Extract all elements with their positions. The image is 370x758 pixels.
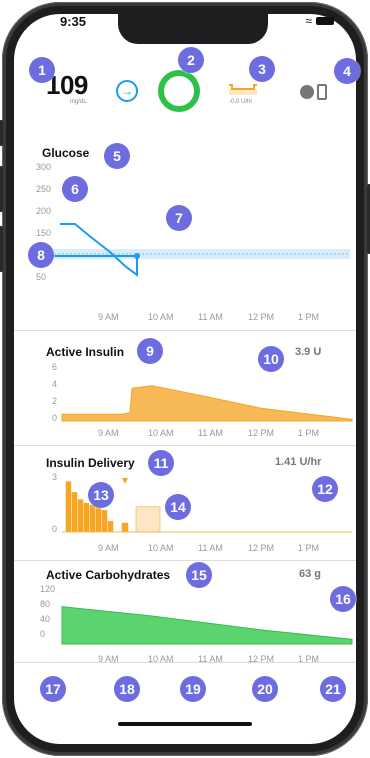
battery-icon xyxy=(316,17,334,25)
status-time: 9:35 xyxy=(60,14,87,29)
callout-badge: 3 xyxy=(249,56,275,82)
divider xyxy=(14,330,356,331)
y-tick-label: 200 xyxy=(36,206,52,216)
active-insulin-value[interactable]: 3.9 U xyxy=(295,346,321,358)
y-tick-label: 120 xyxy=(40,584,56,594)
glucose-unit: mg/dL xyxy=(70,99,87,105)
callout-badge: 19 xyxy=(180,676,206,702)
callout-badge: 12 xyxy=(312,476,338,502)
callout-badge: 10 xyxy=(258,346,284,372)
x-axis-label: 1 PM xyxy=(298,312,320,322)
callout-badge: 15 xyxy=(186,562,212,588)
callout-badge: 1 xyxy=(29,57,55,83)
pump-rate-text: -0.0 U/hr xyxy=(229,99,253,105)
x-axis-label: 12 PM xyxy=(248,428,275,438)
x-axis-label: 1 PM xyxy=(298,428,320,438)
volume-up-button xyxy=(0,166,3,212)
y-tick-label: 300 xyxy=(36,162,52,172)
callout-badge: 9 xyxy=(137,338,163,364)
y-tick-label: 150 xyxy=(36,228,52,238)
delivery-bar xyxy=(101,510,108,533)
divider xyxy=(14,560,356,561)
delivery-bar xyxy=(95,506,102,533)
active-insulin-chart[interactable] xyxy=(61,365,353,422)
y-tick-label: 250 xyxy=(36,184,52,194)
x-axis-label: 10 AM xyxy=(148,543,174,553)
loop-status-icon[interactable] xyxy=(158,70,200,112)
y-tick-label: 50 xyxy=(36,272,47,282)
mute-switch xyxy=(0,120,3,146)
callout-badge: 16 xyxy=(330,586,356,612)
x-axis-label: 10 AM xyxy=(148,428,174,438)
delivery-bar xyxy=(107,520,114,533)
cgm-icon xyxy=(300,85,314,99)
delivery-bar xyxy=(121,522,129,533)
insulin-delivery-value[interactable]: 1.41 U/hr xyxy=(275,456,321,468)
callout-badge: 7 xyxy=(166,205,192,231)
callout-badge: 6 xyxy=(62,176,88,202)
active-carbs-title: Active Carbohydrates xyxy=(46,568,171,582)
current-glucose-point xyxy=(134,253,140,259)
delivery-bar xyxy=(77,499,84,533)
status-icons: ≈ xyxy=(305,14,334,28)
delivery-bar xyxy=(65,481,72,533)
active-carbs-area xyxy=(61,606,353,645)
bolus-marker-icon xyxy=(122,478,128,484)
callout-badge: 8 xyxy=(28,242,54,268)
active-carbs-value[interactable]: 63 g xyxy=(299,568,321,580)
notch xyxy=(118,14,268,44)
y-tick-label: 0 xyxy=(40,629,46,639)
y-tick-label: 2 xyxy=(52,396,58,406)
delivery-bar xyxy=(89,504,96,533)
delivery-bar xyxy=(135,506,161,533)
x-axis-label: 11 AM xyxy=(198,428,223,438)
y-tick-label: 0 xyxy=(52,413,58,423)
x-axis-label: 11 AM xyxy=(198,312,223,322)
x-axis-label: 9 AM xyxy=(98,428,119,438)
wifi-icon: ≈ xyxy=(305,14,312,28)
x-axis-label: 10 AM xyxy=(148,312,174,322)
cgm-pump-status[interactable] xyxy=(300,84,327,100)
tab-bar-divider xyxy=(14,662,356,663)
trend-arrow-icon: → xyxy=(116,80,138,102)
x-axis-label: 9 AM xyxy=(98,543,119,553)
volume-down-button xyxy=(0,226,3,272)
delivery-bar xyxy=(71,492,78,533)
callout-badge: 5 xyxy=(104,143,130,169)
x-axis-label: 12 PM xyxy=(248,312,275,322)
y-tick-label: 0 xyxy=(52,524,58,534)
x-axis-label: 1 PM xyxy=(298,543,320,553)
y-tick-label: 40 xyxy=(40,614,51,624)
pump-basal-icon[interactable] xyxy=(228,82,258,96)
active-insulin-area xyxy=(61,385,353,422)
reservoir-icon xyxy=(317,84,327,100)
y-tick-label: 3 xyxy=(52,472,58,482)
y-tick-label: 6 xyxy=(52,362,58,372)
callout-badge: 2 xyxy=(178,47,204,73)
callout-badge: 4 xyxy=(334,58,360,84)
home-indicator xyxy=(118,722,252,726)
callout-badge: 20 xyxy=(252,676,278,702)
insulin-delivery-title: Insulin Delivery xyxy=(46,456,135,470)
delivery-bar xyxy=(83,502,90,533)
callout-badge: 14 xyxy=(165,494,191,520)
y-tick-label: 80 xyxy=(40,599,51,609)
x-axis-label: 11 AM xyxy=(198,543,223,553)
callout-badge: 21 xyxy=(320,676,346,702)
y-tick-label: 4 xyxy=(52,379,58,389)
x-axis-label: 12 PM xyxy=(248,543,275,553)
callout-badge: 17 xyxy=(40,676,66,702)
callout-badge: 13 xyxy=(88,482,114,508)
glucose-title: Glucose xyxy=(42,146,90,160)
divider xyxy=(14,445,356,446)
x-axis-label: 9 AM xyxy=(98,312,119,322)
active-insulin-title: Active Insulin xyxy=(46,345,125,359)
callout-badge: 18 xyxy=(114,676,140,702)
callout-badge: 11 xyxy=(148,450,174,476)
active-carbs-chart[interactable] xyxy=(61,588,353,645)
